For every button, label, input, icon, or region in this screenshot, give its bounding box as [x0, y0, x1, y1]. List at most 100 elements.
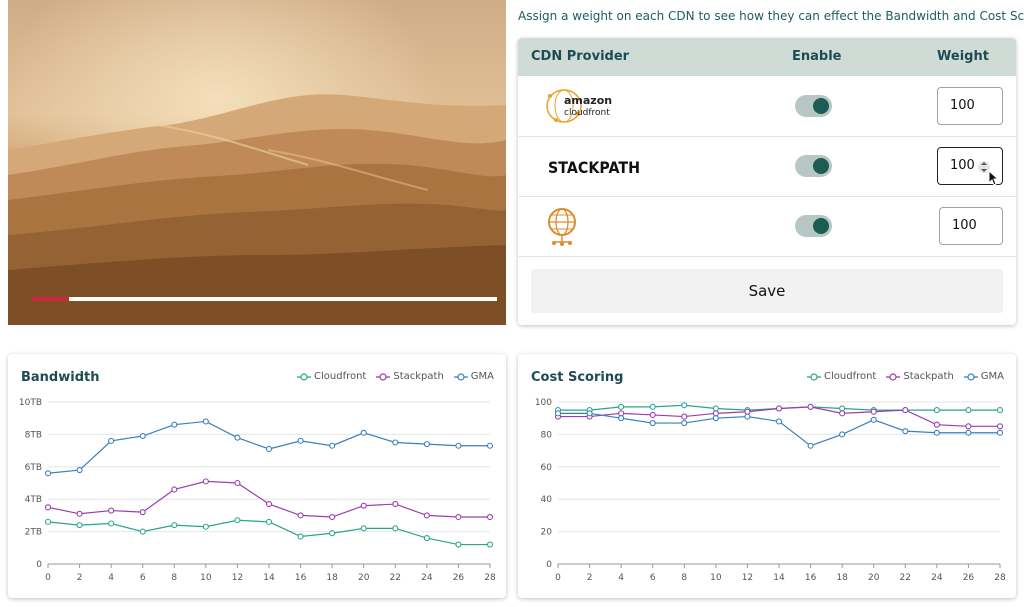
data-point-gma[interactable] — [965, 429, 972, 436]
data-point-stackpath[interactable] — [618, 410, 625, 417]
data-point-cloudfront[interactable] — [839, 405, 846, 412]
data-point-cloudfront[interactable] — [360, 525, 367, 532]
data-point-gma[interactable] — [870, 416, 877, 423]
data-point-gma[interactable] — [996, 429, 1004, 436]
save-button[interactable]: Save — [531, 269, 1003, 313]
data-point-cloudfront[interactable] — [44, 518, 52, 525]
data-point-gma[interactable] — [329, 442, 336, 449]
legend-item-stackpath[interactable]: Stackpath — [886, 371, 954, 382]
data-point-gma[interactable] — [455, 442, 462, 449]
data-point-gma[interactable] — [360, 429, 367, 436]
data-point-cloudfront[interactable] — [618, 403, 625, 410]
data-point-gma[interactable] — [807, 442, 814, 449]
data-point-cloudfront[interactable] — [329, 530, 336, 537]
data-point-stackpath[interactable] — [649, 411, 656, 419]
data-point-cloudfront[interactable] — [297, 533, 304, 540]
legend-item-stackpath[interactable]: Stackpath — [376, 371, 444, 382]
data-point-gma[interactable] — [712, 415, 719, 422]
data-point-gma[interactable] — [649, 420, 656, 427]
data-point-stackpath[interactable] — [44, 504, 52, 511]
data-point-stackpath[interactable] — [965, 423, 972, 430]
data-point-stackpath[interactable] — [744, 408, 751, 415]
x-tick-label: 16 — [295, 573, 307, 583]
video-player[interactable] — [8, 0, 506, 325]
data-point-gma[interactable] — [297, 437, 304, 444]
data-point-gma[interactable] — [744, 413, 751, 420]
data-point-stackpath[interactable] — [360, 502, 367, 509]
data-point-gma[interactable] — [775, 418, 783, 425]
data-point-gma[interactable] — [586, 410, 593, 417]
enable-toggle-stackpath[interactable] — [795, 155, 832, 177]
enable-toggle-gma[interactable] — [795, 215, 832, 237]
data-point-stackpath[interactable] — [234, 479, 241, 487]
video-progress-bar[interactable] — [32, 297, 497, 301]
data-point-stackpath[interactable] — [807, 403, 814, 410]
data-point-cloudfront[interactable] — [486, 541, 494, 548]
data-point-stackpath[interactable] — [455, 513, 462, 521]
data-point-gma[interactable] — [392, 439, 399, 446]
data-point-stackpath[interactable] — [712, 410, 719, 417]
data-point-gma[interactable] — [486, 442, 494, 449]
data-point-stackpath[interactable] — [202, 478, 209, 485]
data-point-stackpath[interactable] — [297, 512, 304, 519]
data-point-stackpath[interactable] — [839, 410, 846, 417]
data-point-gma[interactable] — [618, 415, 625, 422]
y-tick-label: 40 — [541, 495, 553, 505]
data-point-gma[interactable] — [423, 441, 430, 448]
data-point-gma[interactable] — [234, 434, 241, 441]
enable-toggle-cloudfront[interactable] — [795, 95, 832, 117]
data-point-stackpath[interactable] — [76, 510, 83, 517]
data-point-gma[interactable] — [933, 429, 940, 436]
data-point-cloudfront[interactable] — [649, 403, 656, 410]
data-point-cloudfront[interactable] — [423, 535, 430, 542]
data-point-stackpath[interactable] — [775, 405, 783, 412]
data-point-stackpath[interactable] — [933, 421, 940, 428]
data-point-cloudfront[interactable] — [171, 522, 178, 529]
data-point-stackpath[interactable] — [996, 423, 1004, 430]
legend-item-cloudfront[interactable]: Cloudfront — [807, 371, 876, 382]
data-point-stackpath[interactable] — [392, 501, 399, 508]
data-point-cloudfront[interactable] — [712, 405, 719, 412]
data-point-cloudfront[interactable] — [455, 541, 462, 548]
data-point-gma[interactable] — [108, 437, 115, 444]
data-point-stackpath[interactable] — [265, 501, 273, 508]
weight-input-stackpath[interactable]: 100 — [937, 147, 1003, 186]
data-point-stackpath[interactable] — [171, 486, 178, 493]
data-point-stackpath[interactable] — [486, 513, 494, 521]
data-point-gma[interactable] — [44, 470, 52, 477]
data-point-cloudfront[interactable] — [681, 402, 688, 409]
data-point-cloudfront[interactable] — [202, 523, 209, 530]
data-point-gma[interactable] — [839, 431, 846, 438]
x-tick-label: 14 — [263, 573, 275, 583]
data-point-gma[interactable] — [554, 410, 562, 417]
data-point-cloudfront[interactable] — [139, 528, 146, 535]
data-point-stackpath[interactable] — [681, 413, 688, 420]
y-tick-label: 4TB — [25, 495, 42, 505]
data-point-gma[interactable] — [902, 428, 909, 435]
legend-item-cloudfront[interactable]: Cloudfront — [297, 371, 366, 382]
data-point-stackpath[interactable] — [902, 407, 909, 414]
data-point-cloudfront[interactable] — [965, 407, 972, 414]
data-point-stackpath[interactable] — [108, 507, 115, 514]
data-point-cloudfront[interactable] — [392, 525, 399, 532]
weight-input-gma[interactable]: 100 — [939, 207, 1003, 245]
weight-input-cloudfront[interactable]: 100 — [937, 87, 1003, 125]
data-point-cloudfront[interactable] — [108, 520, 115, 527]
data-point-stackpath[interactable] — [139, 509, 146, 516]
data-point-gma[interactable] — [171, 421, 178, 428]
data-point-gma[interactable] — [76, 466, 83, 474]
data-point-stackpath[interactable] — [870, 408, 877, 415]
data-point-cloudfront[interactable] — [234, 517, 241, 524]
data-point-gma[interactable] — [265, 445, 273, 453]
data-point-cloudfront[interactable] — [996, 407, 1004, 414]
data-point-gma[interactable] — [681, 420, 688, 427]
data-point-gma[interactable] — [202, 418, 209, 425]
data-point-stackpath[interactable] — [423, 512, 430, 519]
data-point-cloudfront[interactable] — [933, 407, 940, 414]
legend-item-gma[interactable]: GMA — [963, 371, 1004, 382]
data-point-stackpath[interactable] — [329, 513, 336, 521]
legend-item-gma[interactable]: GMA — [453, 371, 494, 382]
data-point-cloudfront[interactable] — [76, 522, 83, 529]
data-point-cloudfront[interactable] — [265, 518, 273, 525]
data-point-gma[interactable] — [139, 432, 146, 440]
